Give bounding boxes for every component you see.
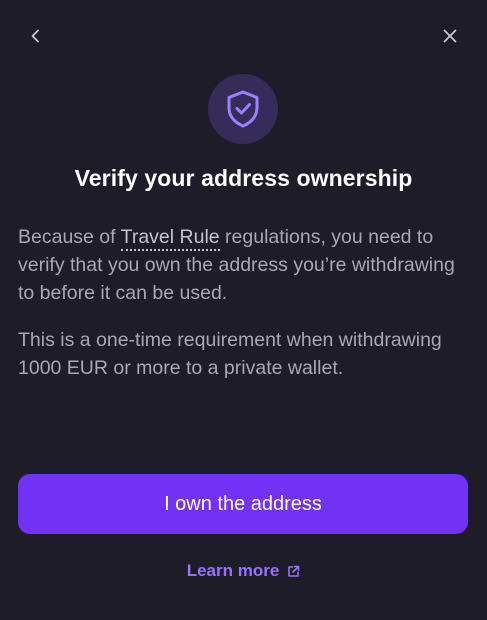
back-button[interactable] <box>22 22 50 50</box>
verify-address-modal: Verify your address ownership Because of… <box>0 0 487 620</box>
body-paragraph-2: This is a one-time requirement when with… <box>18 329 442 379</box>
external-link-icon <box>288 565 300 577</box>
body-paragraph-1: Because of Travel Rule regulations, you … <box>18 223 468 307</box>
para1-lead-text: Because of <box>18 226 121 248</box>
close-icon <box>443 29 457 43</box>
shield-badge <box>208 74 278 144</box>
learn-more-label: Learn more <box>186 561 280 580</box>
close-button[interactable] <box>436 22 464 50</box>
learn-more-link[interactable]: Learn more <box>0 561 487 581</box>
chevron-left-icon <box>31 29 39 43</box>
own-address-button[interactable]: I own the address <box>18 474 468 534</box>
shield-check-icon <box>227 90 259 128</box>
modal-title: Verify your address ownership <box>74 165 413 191</box>
travel-rule-term[interactable]: Travel Rule <box>120 226 220 251</box>
